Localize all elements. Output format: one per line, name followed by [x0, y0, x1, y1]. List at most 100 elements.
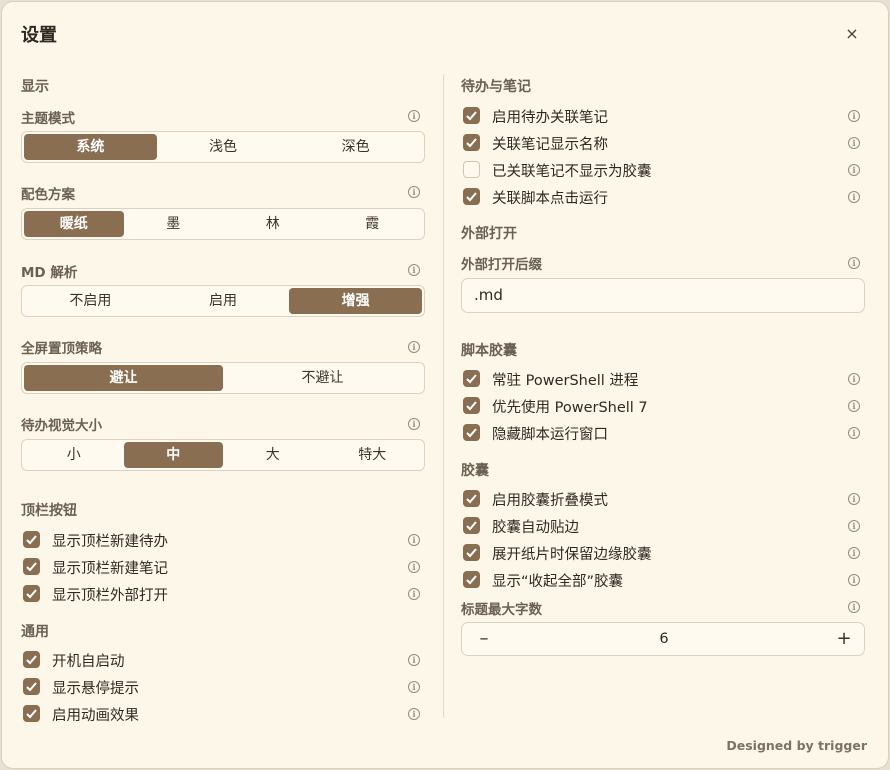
info-icon[interactable]: i — [848, 400, 860, 412]
checkbox-label: 关联脚本点击运行 — [492, 191, 608, 207]
check-icon — [26, 562, 37, 572]
color-scheme-label: 配色方案 — [21, 187, 75, 203]
checkbox[interactable] — [23, 558, 40, 575]
checkbox[interactable] — [463, 397, 480, 414]
info-icon[interactable]: i — [848, 373, 860, 385]
checkbox[interactable] — [463, 107, 480, 124]
theme-option-light[interactable]: 浅色 — [157, 134, 290, 160]
checkbox-row[interactable]: 开机自启动 i — [21, 649, 425, 671]
checkbox[interactable] — [463, 161, 480, 178]
checkbox-label: 开机自启动 — [52, 654, 125, 670]
external-suffix-input[interactable]: .md — [461, 278, 865, 313]
minus-icon[interactable]: – — [466, 623, 502, 655]
checkbox-row[interactable]: 关联脚本点击运行 i — [461, 186, 865, 208]
info-icon[interactable]: i — [848, 110, 860, 122]
checkbox-row[interactable]: 关联笔记显示名称 i — [461, 132, 865, 154]
checkbox-row[interactable]: 启用待办关联笔记 i — [461, 105, 865, 127]
checkbox[interactable] — [463, 424, 480, 441]
checkbox-row[interactable]: 显示“收起全部”胶囊 i — [461, 569, 865, 591]
info-icon[interactable]: i — [848, 427, 860, 439]
size-option-small[interactable]: 小 — [24, 442, 124, 468]
checkbox[interactable] — [23, 585, 40, 602]
info-icon[interactable]: i — [408, 654, 420, 666]
info-icon[interactable]: i — [408, 561, 420, 573]
pin-option-no-avoid[interactable]: 不避让 — [223, 365, 422, 391]
checkbox-row[interactable]: 显示顶栏新建笔记 i — [21, 556, 425, 578]
checkbox-label: 显示顶栏新建待办 — [52, 534, 168, 550]
checkbox-row[interactable]: 显示顶栏新建待办 i — [21, 529, 425, 551]
info-icon[interactable]: i — [848, 520, 860, 532]
checkbox-row[interactable]: 启用动画效果 i — [21, 703, 425, 725]
size-option-xlarge[interactable]: 特大 — [323, 442, 423, 468]
check-icon — [26, 655, 37, 665]
checkbox-row[interactable]: 启用胶囊折叠模式 i — [461, 488, 865, 510]
checkbox-row[interactable]: 展开纸片时保留边缘胶囊 i — [461, 542, 865, 564]
checkbox[interactable] — [463, 188, 480, 205]
checkbox[interactable] — [463, 517, 480, 534]
size-option-medium[interactable]: 中 — [123, 442, 223, 468]
check-icon — [466, 192, 477, 202]
checkbox-row[interactable]: 胶囊自动贴边 i — [461, 515, 865, 537]
section-display-heading: 显示 — [21, 79, 49, 95]
info-icon[interactable]: i — [848, 547, 860, 559]
max-chars-value[interactable]: 6 — [462, 623, 866, 655]
checkbox-row[interactable]: 已关联笔记不显示为胶囊 i — [461, 159, 865, 181]
scheme-option-warm-paper[interactable]: 暖纸 — [24, 211, 124, 237]
checkbox[interactable] — [23, 531, 40, 548]
info-icon[interactable]: i — [408, 534, 420, 546]
info-icon[interactable]: i — [848, 601, 860, 613]
checkbox-label: 展开纸片时保留边缘胶囊 — [492, 547, 652, 563]
checkbox[interactable] — [23, 705, 40, 722]
pin-option-avoid[interactable]: 避让 — [24, 365, 223, 391]
info-icon[interactable]: i — [408, 186, 420, 198]
check-icon — [26, 589, 37, 599]
check-icon — [26, 709, 37, 719]
info-icon[interactable]: i — [408, 418, 420, 430]
size-option-large[interactable]: 大 — [223, 442, 323, 468]
theme-mode-label: 主题模式 — [21, 111, 75, 127]
close-icon[interactable]: × — [842, 24, 862, 44]
info-icon[interactable]: i — [848, 164, 860, 176]
info-icon[interactable]: i — [408, 110, 420, 122]
checkbox[interactable] — [23, 678, 40, 695]
check-icon — [466, 138, 477, 148]
checkbox[interactable] — [463, 370, 480, 387]
checkbox[interactable] — [463, 490, 480, 507]
checkbox[interactable] — [23, 651, 40, 668]
scheme-option-forest[interactable]: 林 — [223, 211, 323, 237]
checkbox-row[interactable]: 显示顶栏外部打开 i — [21, 583, 425, 605]
md-parse-label: MD 解析 — [21, 265, 78, 281]
checkbox[interactable] — [463, 571, 480, 588]
info-icon[interactable]: i — [848, 191, 860, 203]
color-scheme-segmented: 暖纸 墨 林 霞 — [21, 208, 425, 240]
checkbox-label: 启用动画效果 — [52, 708, 139, 724]
info-icon[interactable]: i — [848, 574, 860, 586]
checkbox-row[interactable]: 优先使用 PowerShell 7 i — [461, 395, 865, 417]
checkbox-row[interactable]: 常驻 PowerShell 进程 i — [461, 368, 865, 390]
info-icon[interactable]: i — [408, 681, 420, 693]
info-icon[interactable]: i — [408, 708, 420, 720]
theme-option-system[interactable]: 系统 — [24, 134, 157, 160]
info-icon[interactable]: i — [408, 264, 420, 276]
md-option-on[interactable]: 启用 — [157, 288, 290, 314]
checkbox[interactable] — [463, 544, 480, 561]
md-option-off[interactable]: 不启用 — [24, 288, 157, 314]
md-option-enhanced[interactable]: 增强 — [289, 288, 423, 314]
checkbox-row[interactable]: 隐藏脚本运行窗口 i — [461, 422, 865, 444]
info-icon[interactable]: i — [848, 493, 860, 505]
scheme-option-glow[interactable]: 霞 — [323, 211, 423, 237]
info-icon[interactable]: i — [848, 257, 860, 269]
theme-option-dark[interactable]: 深色 — [289, 134, 422, 160]
checkbox-row[interactable]: 显示悬停提示 i — [21, 676, 425, 698]
info-icon[interactable]: i — [408, 588, 420, 600]
checkbox-label: 启用胶囊折叠模式 — [492, 493, 608, 509]
check-icon — [466, 575, 477, 585]
checkbox[interactable] — [463, 134, 480, 151]
info-icon[interactable]: i — [408, 341, 420, 353]
todo-size-segmented: 小 中 大 特大 — [21, 439, 425, 471]
max-chars-label: 标题最大字数 — [461, 602, 542, 618]
info-icon[interactable]: i — [848, 137, 860, 149]
max-chars-stepper: 6 – + — [461, 622, 865, 656]
plus-icon[interactable]: + — [826, 623, 862, 655]
scheme-option-ink[interactable]: 墨 — [124, 211, 224, 237]
